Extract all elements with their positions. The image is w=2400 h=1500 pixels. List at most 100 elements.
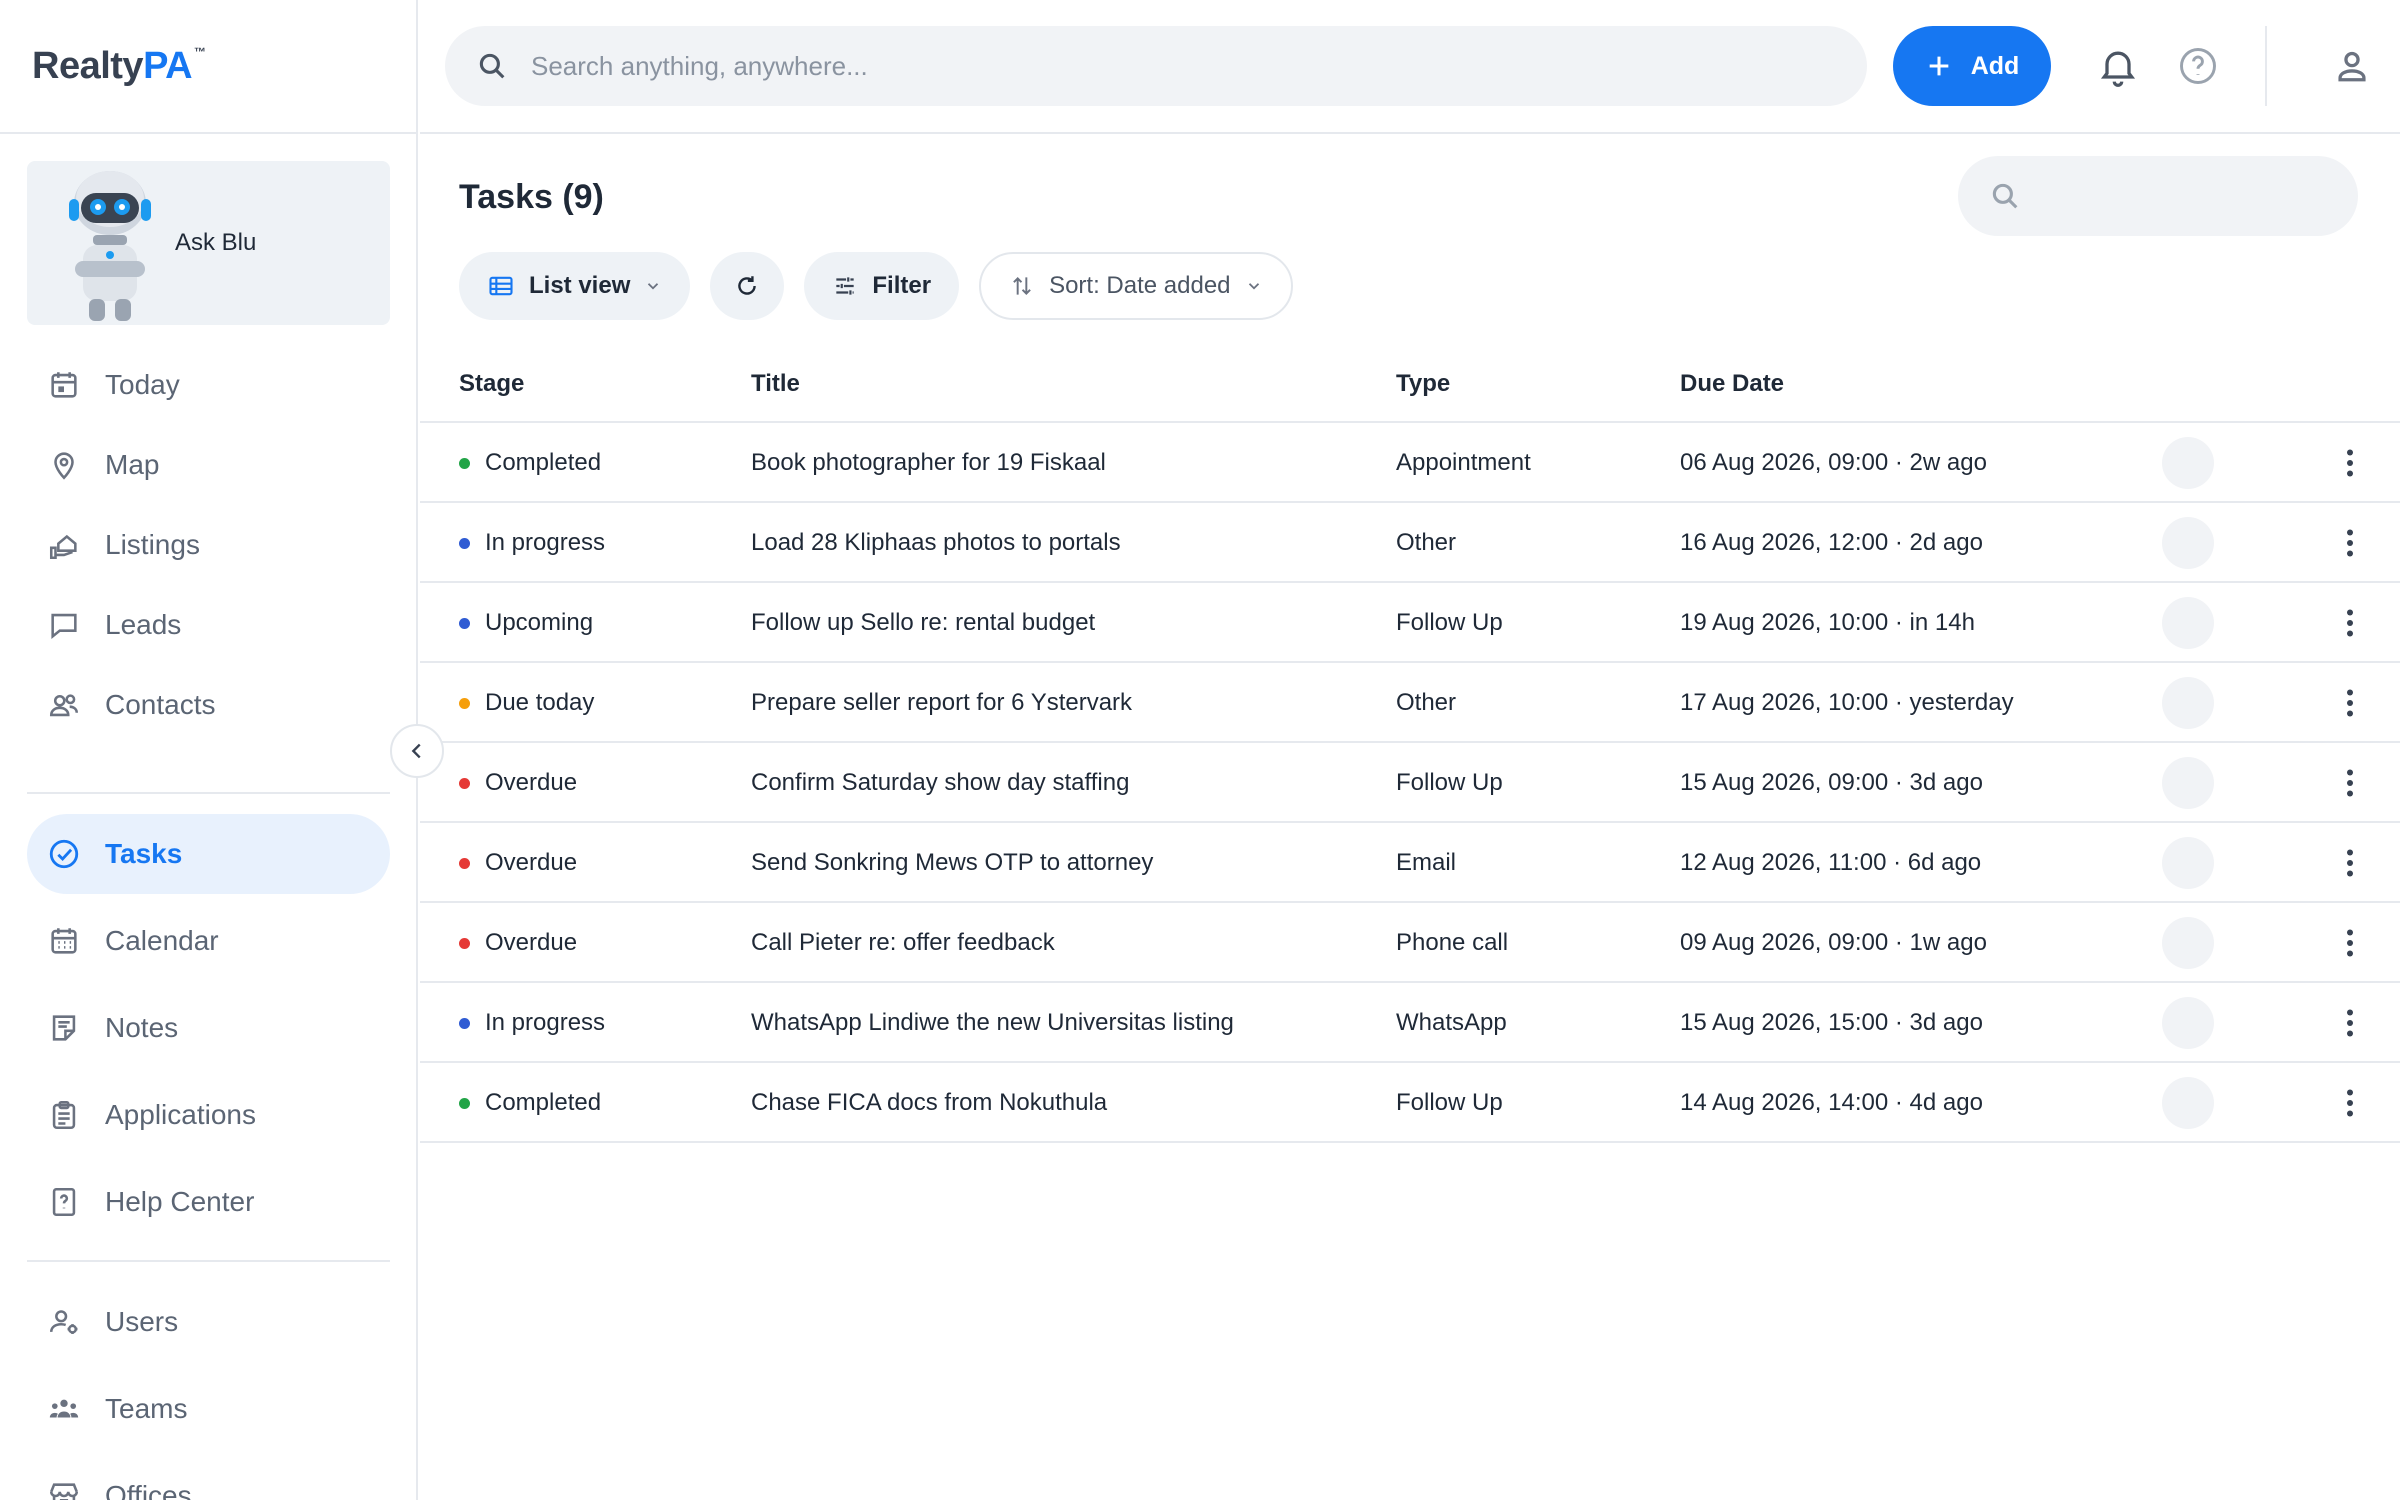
more-vertical-icon[interactable]: [2332, 685, 2368, 721]
filter-sliders-icon: [836, 277, 855, 295]
table-row[interactable]: Overdue Send Sonkring Mews OTP to attorne…: [420, 823, 2400, 903]
tasks-search[interactable]: [1958, 156, 2358, 236]
column-header-type[interactable]: Type: [1396, 370, 1450, 398]
task-due-date: 15 Aug 2026, 09:00 · 3d ago: [1680, 769, 1983, 796]
sort-selector[interactable]: Sort: Date added: [979, 252, 1293, 320]
column-header-stage[interactable]: Stage: [459, 370, 524, 398]
task-title[interactable]: Chase FICA docs from Nokuthula: [751, 1089, 1107, 1117]
logo-area: RealtyPA ™: [0, 0, 416, 134]
filter-button[interactable]: Filter: [804, 252, 960, 320]
sidebar-item-offices[interactable]: Offices: [27, 1456, 390, 1500]
stage-cell: Overdue: [459, 849, 577, 877]
more-vertical-icon[interactable]: [2332, 605, 2368, 641]
assignee-avatar[interactable]: [2162, 517, 2214, 569]
task-due-date: 14 Aug 2026, 14:00 · 4d ago: [1680, 1089, 1983, 1116]
sidebar-item-contacts[interactable]: Contacts: [27, 665, 390, 745]
stage-label: Upcoming: [485, 609, 594, 636]
sidebar-item-label: Teams: [105, 1393, 188, 1424]
stage-cell: Overdue: [459, 929, 577, 957]
global-search-input[interactable]: [531, 50, 1731, 82]
sidebar-item-leads[interactable]: Leads: [27, 585, 390, 665]
table-body: Completed Book photographer for 19 Fiskaa…: [420, 423, 2400, 1143]
sidebar-item-label: Users: [105, 1306, 179, 1337]
sidebar-item-listings[interactable]: Listings: [27, 505, 390, 585]
search-icon: [479, 53, 505, 79]
view-selector[interactable]: List view: [459, 252, 691, 320]
table-row[interactable]: In progress Load 28 Kliphaas photos to po…: [420, 503, 2400, 583]
sidebar: RealtyPA ™ Ask Blu Today Map Listings Le…: [0, 0, 418, 1500]
status-dot: [459, 1017, 470, 1029]
sidebar-item-label: Calendar: [105, 925, 219, 956]
sort-arrows-icon: [1013, 277, 1031, 295]
sidebar-item-today[interactable]: Today: [27, 345, 390, 425]
add-button[interactable]: Add: [1893, 26, 2051, 106]
app-logo[interactable]: RealtyPA ™: [32, 45, 206, 88]
sidebar-item-help-center[interactable]: Help Center: [27, 1162, 390, 1242]
table-row[interactable]: Completed Chase FICA docs from Nokuthula F…: [420, 1063, 2400, 1143]
collapse-sidebar-button[interactable]: [390, 724, 444, 778]
assignee-avatar[interactable]: [2162, 997, 2214, 1049]
stage-label: Due today: [485, 689, 595, 716]
list-view-icon: [489, 276, 513, 296]
task-due-date: 12 Aug 2026, 11:00 · 6d ago: [1680, 849, 1982, 876]
assignee-avatar[interactable]: [2162, 1077, 2214, 1129]
sidebar-item-tasks[interactable]: Tasks: [27, 814, 390, 894]
task-title[interactable]: Follow up Sello re: rental budget: [751, 609, 1095, 637]
sidebar-item-users[interactable]: Users: [27, 1282, 390, 1362]
assignee-avatar[interactable]: [2162, 677, 2214, 729]
table-row[interactable]: In progress WhatsApp Lindiwe the new Univ…: [420, 983, 2400, 1063]
more-vertical-icon[interactable]: [2332, 925, 2368, 961]
sidebar-item-calendar[interactable]: Calendar: [27, 901, 390, 981]
sidebar-item-map[interactable]: Map: [27, 425, 390, 505]
column-header-title[interactable]: Title: [751, 370, 800, 398]
assignee-avatar[interactable]: [2162, 597, 2214, 649]
refresh-button[interactable]: [710, 252, 785, 320]
task-type: WhatsApp: [1396, 1009, 1507, 1036]
logo-trademark: ™: [194, 44, 206, 59]
bell-icon[interactable]: [2096, 44, 2140, 88]
table-row[interactable]: Due today Prepare seller report for 6 Yst…: [420, 663, 2400, 743]
task-title[interactable]: Load 28 Kliphaas photos to portals: [751, 529, 1121, 557]
stage-label: In progress: [485, 529, 606, 556]
more-vertical-icon[interactable]: [2332, 765, 2368, 801]
stage-label: In progress: [485, 1009, 606, 1036]
task-due-date: 19 Aug 2026, 10:00 · in 14h: [1680, 609, 1975, 636]
task-title[interactable]: Call Pieter re: offer feedback: [751, 929, 1055, 957]
sidebar-item-teams[interactable]: Teams: [27, 1369, 390, 1449]
task-title[interactable]: Confirm Saturday show day staffing: [751, 769, 1129, 797]
more-vertical-icon[interactable]: [2332, 845, 2368, 881]
assignee-avatar[interactable]: [2162, 437, 2214, 489]
more-vertical-icon[interactable]: [2332, 1085, 2368, 1121]
search-icon: [1992, 183, 2018, 209]
clipboard-icon: [52, 1100, 76, 1130]
add-button-label: Add: [1970, 51, 2020, 80]
ask-blu-button[interactable]: Ask Blu: [27, 161, 390, 325]
assignee-avatar[interactable]: [2162, 757, 2214, 809]
task-due-date: 09 Aug 2026, 09:00 · 1w ago: [1680, 929, 1987, 956]
user-icon[interactable]: [2330, 44, 2374, 88]
top-bar-separator: [2265, 26, 2267, 106]
tasks-search-input[interactable]: [2036, 182, 2336, 210]
table-row[interactable]: Upcoming Follow up Sello re: rental budge…: [420, 583, 2400, 663]
help-circle-icon[interactable]: [2176, 44, 2220, 88]
stage-cell: In progress: [459, 529, 605, 557]
table-row[interactable]: Completed Book photographer for 19 Fiskaa…: [420, 423, 2400, 503]
map-pin-icon: [54, 452, 74, 480]
more-vertical-icon[interactable]: [2332, 445, 2368, 481]
more-vertical-icon[interactable]: [2332, 525, 2368, 561]
more-vertical-icon[interactable]: [2332, 1005, 2368, 1041]
note-icon: [52, 1015, 76, 1041]
task-title[interactable]: Book photographer for 19 Fiskaal: [751, 449, 1106, 477]
table-row[interactable]: Overdue Confirm Saturday show day staffin…: [420, 743, 2400, 823]
calendar-grid-icon: [51, 928, 77, 954]
global-search[interactable]: [445, 26, 1867, 106]
assignee-avatar[interactable]: [2162, 917, 2214, 969]
column-header-due-date[interactable]: Due Date: [1680, 370, 1784, 398]
task-title[interactable]: Send Sonkring Mews OTP to attorney: [751, 849, 1153, 877]
task-title[interactable]: Prepare seller report for 6 Ystervark: [751, 689, 1132, 717]
assignee-avatar[interactable]: [2162, 837, 2214, 889]
sidebar-item-notes[interactable]: Notes: [27, 988, 390, 1068]
table-row[interactable]: Overdue Call Pieter re: offer feedback Pho…: [420, 903, 2400, 983]
task-title[interactable]: WhatsApp Lindiwe the new Universitas lis…: [751, 1009, 1234, 1037]
sidebar-item-applications[interactable]: Applications: [27, 1075, 390, 1155]
